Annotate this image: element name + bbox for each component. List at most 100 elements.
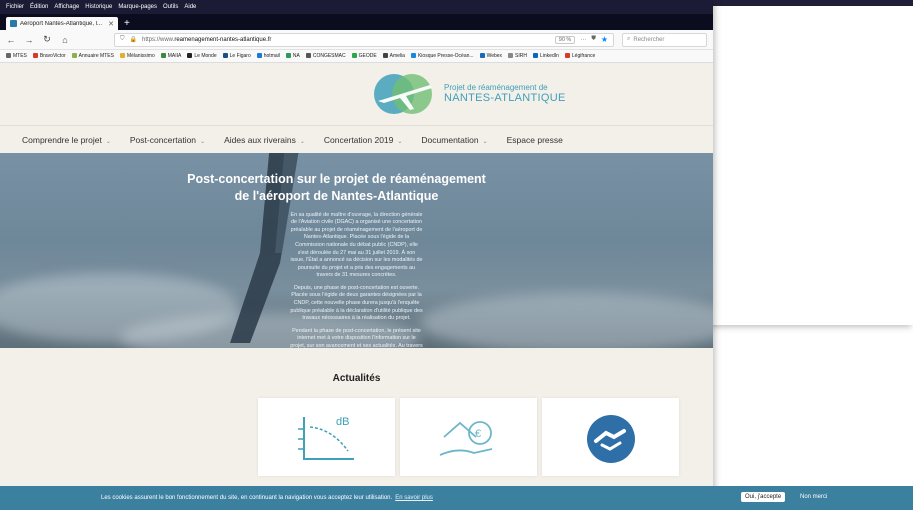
zoom-level[interactable]: 90 % [554, 35, 576, 44]
favicon-icon [10, 20, 17, 27]
svg-text:€: € [475, 428, 481, 440]
site-header: Projet de réaménagement de NANTES-ATLANT… [0, 63, 713, 125]
nav-aides-aux-riverains[interactable]: Aides aux riverains ⌄ [224, 135, 305, 145]
lock-icon[interactable]: 🔒 [130, 36, 137, 43]
site-logo[interactable]: Projet de réaménagement de NANTES-ATLANT… [370, 69, 570, 119]
new-tab-button[interactable]: + [124, 18, 130, 29]
cookie-accept-button[interactable]: Oui, j'accepte [741, 492, 786, 502]
nav-espace-presse[interactable]: Espace presse [507, 135, 563, 145]
hero-paragraph: Pendant la phase de post-concertation, l… [290, 327, 423, 348]
nav-label: Post-concertation [129, 134, 197, 145]
menu-historique[interactable]: Historique [85, 4, 112, 10]
reload-icon[interactable]: ↻ [42, 34, 52, 45]
menu-bar: Fichier Édition Affichage Historique Mar… [0, 0, 713, 14]
bookmark-item[interactable]: GEODE [351, 53, 377, 59]
news-card-engagements[interactable] [542, 398, 679, 476]
db-label: dB [336, 416, 349, 428]
cookie-more-link[interactable]: En savoir plus [395, 495, 433, 501]
bookmark-label: LinkedIn [540, 53, 559, 59]
search-field[interactable]: ⌕ Rechercher [622, 32, 707, 47]
cookie-banner: Les cookies assurent le bon fonctionneme… [0, 486, 913, 510]
desktop: Fichier Édition Affichage Historique Mar… [0, 0, 913, 510]
url-text: https://www.reamenagement-nantes-atlanti… [142, 37, 550, 43]
bookmark-label: BravoVictor [39, 53, 66, 59]
page-actions-icon[interactable]: ··· [580, 37, 586, 43]
bookmark-item[interactable]: Le Figaro [222, 53, 251, 59]
menu-marque-pages[interactable]: Marque-pages [118, 4, 157, 10]
bookmark-favicon-icon [71, 53, 77, 58]
bookmark-item[interactable]: BravoVictor [32, 53, 66, 59]
bookmark-label: MAIIA [167, 53, 182, 59]
bookmark-item[interactable]: SIRH [508, 53, 527, 59]
bookmark-item[interactable]: Annuaire MTES [71, 53, 114, 59]
menu-affichage[interactable]: Affichage [54, 4, 79, 10]
url-bar[interactable]: ⛉ 🔒 https://www.reamenagement-nantes-atl… [114, 32, 614, 47]
nav-concertation-2019[interactable]: Concertation 2019 ⌄ [324, 135, 403, 145]
cookie-text: Les cookies assurent le bon fonctionneme… [101, 495, 433, 501]
chevron-down-icon: ⌄ [105, 138, 111, 145]
menu-aide[interactable]: Aide [184, 4, 196, 10]
bookmark-favicon-icon [564, 53, 570, 58]
bookmark-item[interactable]: NA [285, 53, 300, 59]
hero-banner: Post-concertation sur le projet de réamé… [0, 153, 713, 348]
tab-close-icon[interactable]: ✕ [108, 20, 114, 28]
bookmark-favicon-icon [187, 53, 193, 58]
bookmark-item[interactable]: Amelia [382, 53, 405, 59]
bookmark-label: Webex [486, 53, 503, 59]
bookmark-item[interactable]: Webex [479, 53, 503, 59]
nav-label: Comprendre le projet [22, 134, 102, 145]
bookmark-label: Le Figaro [229, 53, 251, 59]
airplane-logo-icon [374, 74, 432, 114]
bookmark-favicon-icon [305, 53, 311, 58]
browser-tab[interactable]: Aéroport Nantes-Atlantique, l... ✕ [6, 17, 118, 30]
url-domain: reamenagement-nantes-atlantique.fr [174, 36, 272, 43]
bookmark-item[interactable]: Légifrance [564, 53, 595, 59]
shield-icon[interactable]: ⛉ [120, 36, 125, 43]
bookmark-item[interactable]: Le Monde [187, 53, 217, 59]
bookmark-item[interactable]: Kiosque Presse-Océan... [410, 53, 474, 59]
nav-label: Espace presse [506, 134, 563, 145]
bookmark-favicon-icon [285, 53, 291, 58]
menu-fichier[interactable]: Fichier [6, 4, 24, 10]
pocket-icon[interactable]: ⛊ [591, 36, 596, 43]
news-card-noise[interactable]: dB [258, 398, 395, 476]
news-card-aides[interactable]: € [400, 398, 537, 476]
background-window[interactable] [700, 0, 913, 325]
nav-label: Concertation 2019 [323, 134, 394, 145]
menu-outils[interactable]: Outils [163, 4, 178, 10]
menu-edition[interactable]: Édition [30, 4, 48, 10]
logo-line1: Projet de réaménagement de [444, 82, 548, 92]
background-window-titlebar [701, 0, 913, 6]
chevron-down-icon: ⌄ [200, 138, 206, 145]
bookmark-label: Mélanissimo [126, 53, 155, 59]
house-euro-hand-icon: € [439, 421, 492, 456]
bookmark-favicon-icon [533, 53, 538, 58]
bookmark-item[interactable]: hotmail [256, 53, 280, 59]
bookmark-item[interactable]: LinkedIn [533, 53, 559, 59]
bookmark-item[interactable]: MTES [6, 53, 27, 59]
bookmark-label: hotmail [263, 53, 280, 59]
nav-label: Documentation [421, 134, 479, 145]
bookmark-item[interactable]: CONGESMAC [305, 53, 346, 59]
bookmark-item[interactable]: MAIIA [160, 53, 182, 59]
navigation-toolbar: ← → ↻ ⌂ ⛉ 🔒 https://www.reamenagement-na… [0, 30, 713, 50]
bookmark-star-icon[interactable]: ★ [601, 35, 608, 44]
nav-comprendre-le-projet[interactable]: Comprendre le projet ⌄ [22, 135, 111, 145]
hero-title-line1: Post-concertation sur le projet de réamé… [187, 172, 486, 186]
tab-title: Aéroport Nantes-Atlantique, l... [20, 20, 103, 27]
handshake-icon [586, 415, 635, 463]
bookmark-item[interactable]: Mélanissimo [119, 53, 155, 59]
hero-title: Post-concertation sur le projet de réamé… [20, 171, 653, 205]
search-icon: ⌕ [627, 36, 631, 42]
bookmark-label: MTES [13, 53, 27, 59]
home-icon[interactable]: ⌂ [60, 35, 70, 45]
forward-arrow-icon[interactable]: → [24, 35, 34, 45]
bookmark-label: Annuaire MTES [78, 53, 114, 59]
cookie-decline-button[interactable]: Non merci [800, 494, 827, 500]
nav-post-concertation[interactable]: Post-concertation ⌄ [130, 135, 205, 145]
back-arrow-icon[interactable]: ← [6, 35, 16, 45]
bookmark-favicon-icon [32, 53, 38, 58]
hero-paragraph: Depuis, une phase de post-concertation e… [290, 284, 423, 322]
hero-paragraph: En sa qualité de maître d'ouvrage, la di… [290, 211, 423, 279]
nav-documentation[interactable]: Documentation ⌄ [421, 135, 487, 145]
